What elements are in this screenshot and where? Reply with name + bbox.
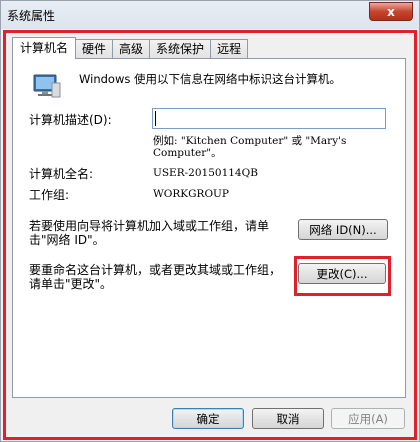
tab-system-protection[interactable]: 系统保护 <box>149 39 212 59</box>
close-icon: x <box>387 4 395 19</box>
full-name-label: 计算机全名: <box>29 167 94 181</box>
title-bar: 系统属性 x <box>1 1 419 29</box>
tab-remote[interactable]: 远程 <box>210 39 249 59</box>
tab-hardware[interactable]: 硬件 <box>75 39 114 59</box>
network-id-instructions: 若要使用向导将计算机加入域或工作组，请单击"网络 ID"。 <box>29 219 270 247</box>
network-id-button[interactable]: 网络 ID(N)... <box>298 219 388 240</box>
workgroup-value: WORKGROUP <box>153 188 229 200</box>
tab-bar: 计算机名 硬件 高级 系统保护 远程 <box>12 37 249 59</box>
computer-description-label: 计算机描述(D): <box>29 113 112 127</box>
cancel-button[interactable]: 取消 <box>252 408 324 429</box>
tab-computer-name[interactable]: 计算机名 <box>12 37 77 59</box>
close-button[interactable]: x <box>369 2 413 21</box>
full-name-value: USER-20150114QB <box>153 167 258 179</box>
window-title: 系统属性 <box>7 9 56 23</box>
ok-button[interactable]: 确定 <box>172 408 244 429</box>
text-caret <box>155 111 156 126</box>
system-properties-window: 系统属性 x 计算机名 硬件 高级 系统保护 远程 Windows 使用以下信息… <box>0 0 420 442</box>
change-button[interactable]: 更改(C)... <box>298 263 386 284</box>
computer-icon <box>33 74 61 98</box>
description-example: 例如: "Kitchen Computer" 或 "Mary's Compute… <box>153 135 347 159</box>
rename-instructions: 要重命名这台计算机，或者更改其域或工作组，请单击"更改"。 <box>29 263 282 291</box>
computer-description-input[interactable] <box>152 108 386 129</box>
apply-button[interactable]: 应用(A) <box>331 408 405 429</box>
intro-text: Windows 使用以下信息在网络中标识这台计算机。 <box>79 72 341 86</box>
tab-advanced[interactable]: 高级 <box>112 39 151 59</box>
workgroup-label: 工作组: <box>29 188 70 202</box>
